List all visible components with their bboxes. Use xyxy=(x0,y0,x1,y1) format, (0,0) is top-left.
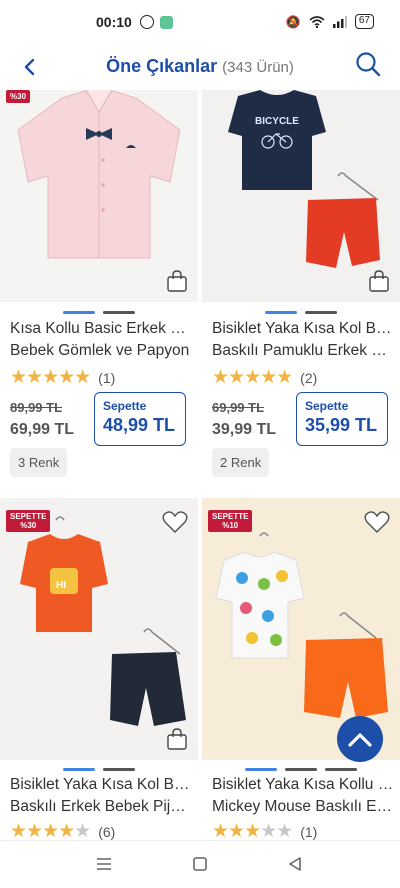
product-name-line2[interactable]: Bebek Gömlek ve Papyon xyxy=(10,340,192,362)
product-image[interactable]: BICYCLE xyxy=(202,90,400,302)
app-notification-icon xyxy=(159,15,173,29)
discount-badge-value: %10 xyxy=(222,521,239,530)
chevron-up-icon xyxy=(348,733,372,747)
basket-price-box: Sepette 48,99 TL xyxy=(94,392,186,446)
wifi-icon xyxy=(309,15,325,28)
image-pager xyxy=(63,768,135,771)
top-app-bar: Öne Çıkanlar (343 Ürün) xyxy=(0,44,400,90)
back-nav-icon[interactable] xyxy=(288,857,302,871)
image-pager xyxy=(245,768,357,771)
image-pager xyxy=(265,311,337,314)
heart-icon[interactable] xyxy=(364,510,390,534)
product-name[interactable]: Bisiklet Yaka Kısa Kollu Mickey Mouse Ba… xyxy=(212,774,394,796)
page-title-text: Öne Çıkanlar xyxy=(106,56,218,76)
product-card[interactable]: %30 Kısa Kollu Basic Erkek Bebek Gömlek … xyxy=(0,90,198,490)
color-options[interactable]: 3 Renk xyxy=(10,448,68,477)
product-card[interactable]: BICYCLE Bisiklet Yaka Kısa Kol Baskılı P… xyxy=(202,90,400,490)
discount-badge: %30 xyxy=(6,90,31,103)
current-price: 69,99 TL xyxy=(10,421,75,438)
shopping-bag-icon[interactable] xyxy=(166,270,188,292)
home-icon[interactable] xyxy=(193,857,207,871)
mute-icon: 🔕 xyxy=(285,14,301,29)
signal-icon xyxy=(332,15,347,28)
basket-label: Sepette xyxy=(305,399,349,413)
discount-badge: SEPETTE %30 xyxy=(6,510,51,532)
current-price: 39,99 TL xyxy=(212,421,277,438)
product-name[interactable]: Bisiklet Yaka Kısa Kol Baskılı Erkek Beb… xyxy=(10,774,192,796)
review-count: (6) xyxy=(98,823,116,840)
product-name-line2[interactable]: Baskılı Erkek Bebek Pijama Takımı xyxy=(10,796,192,818)
menu-icon[interactable] xyxy=(96,857,112,871)
basket-price: 48,99 TL xyxy=(103,415,176,435)
battery-indicator: 67 xyxy=(354,14,374,29)
discount-badge-label: SEPETTE xyxy=(10,512,47,521)
review-count: (1) xyxy=(98,369,116,386)
svg-text:HI: HI xyxy=(56,580,66,591)
review-count: (1) xyxy=(300,823,318,840)
heart-icon[interactable] xyxy=(162,510,188,534)
product-image[interactable]: HI SEPETTE %30 xyxy=(0,498,198,760)
product-name-line2[interactable]: Baskılı Pamuklu Erkek Bebek Takım xyxy=(212,340,394,362)
svg-text:BICYCLE: BICYCLE xyxy=(255,116,299,127)
discount-badge-value: %30 xyxy=(10,92,27,101)
page-title: Öne Çıkanlar (343 Ürün) xyxy=(0,56,400,77)
basket-price: 35,99 TL xyxy=(305,415,378,435)
status-bar: 00:10 🔕 67 xyxy=(0,0,400,44)
product-name[interactable]: Kısa Kollu Basic Erkek Bebek Gömlek ve P… xyxy=(10,318,192,340)
status-time: 00:10 xyxy=(96,14,132,30)
whatsapp-icon xyxy=(139,15,154,29)
product-rating: ★★★★★(1) xyxy=(10,367,116,388)
color-options[interactable]: 2 Renk xyxy=(212,448,270,477)
product-card[interactable]: HI SEPETTE %30 Bisiklet Yaka Kısa Kol Ba… xyxy=(0,498,198,842)
shopping-bag-icon[interactable] xyxy=(368,270,390,292)
basket-price-box: Sepette 35,99 TL xyxy=(296,392,388,446)
product-name-line2[interactable]: Mickey Mouse Baskılı Erkek Bebek Takım xyxy=(212,796,394,818)
review-count: (2) xyxy=(300,369,318,386)
product-name[interactable]: Bisiklet Yaka Kısa Kol Baskılı Pamuklu E… xyxy=(212,318,394,340)
old-price: 89,99 TL xyxy=(10,400,63,415)
scroll-to-top-button[interactable] xyxy=(337,716,383,762)
shopping-bag-icon[interactable] xyxy=(166,728,188,750)
basket-label: Sepette xyxy=(103,399,147,413)
product-rating: ★★★★★ (2) xyxy=(212,367,318,388)
discount-badge-label: SEPETTE xyxy=(212,512,249,521)
product-count: (343 Ürün) xyxy=(222,59,294,76)
system-nav-bar xyxy=(0,840,400,888)
product-card[interactable]: SEPETTE %10 Bisiklet Yaka Kısa Kollu Mic… xyxy=(202,498,400,842)
pajama-illustration: HI xyxy=(20,516,186,726)
search-icon[interactable] xyxy=(354,50,382,78)
old-price: 69,99 TL xyxy=(212,400,265,415)
product-image[interactable]: %30 xyxy=(0,90,198,302)
discount-badge: SEPETTE %10 xyxy=(208,510,253,532)
discount-badge-value: %30 xyxy=(20,521,37,530)
image-pager xyxy=(63,311,135,314)
